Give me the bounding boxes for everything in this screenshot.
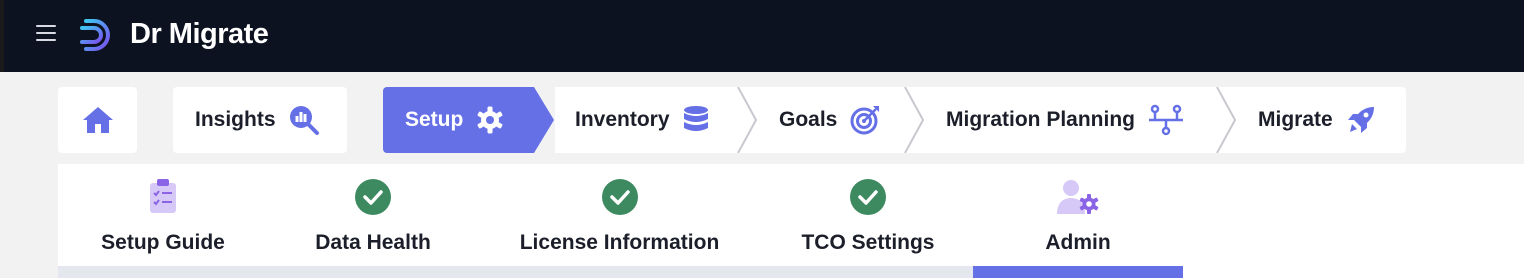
user-gear-icon xyxy=(1057,180,1099,214)
step-goals[interactable]: Goals xyxy=(779,87,889,153)
home-button[interactable] xyxy=(58,87,137,153)
check-circle-icon xyxy=(355,179,391,215)
tab-license-information[interactable]: License Information xyxy=(498,164,741,278)
clipboard-checklist-icon xyxy=(150,179,176,213)
rocket-icon xyxy=(1347,107,1374,133)
flow-chart-icon xyxy=(1149,104,1183,136)
dr-migrate-logo-icon xyxy=(80,19,110,51)
tab-data-health[interactable]: Data Health xyxy=(293,164,453,278)
chevron-separator-icon xyxy=(904,87,925,153)
chevron-separator-icon xyxy=(737,87,758,153)
step-migrate[interactable]: Migrate xyxy=(1258,87,1398,153)
magnifier-chart-icon xyxy=(289,106,319,135)
tab-admin[interactable]: Admin xyxy=(973,164,1183,278)
step-inventory-label: Inventory xyxy=(575,108,670,131)
tab-admin-label: Admin xyxy=(1045,231,1111,254)
tab-tco-settings-label: TCO Settings xyxy=(801,231,935,254)
step-setup[interactable]: Setup xyxy=(383,87,543,153)
step-migrate-label: Migrate xyxy=(1258,108,1333,131)
tab-data-health-label: Data Health xyxy=(315,231,431,254)
setup-tabs: Setup Guide Data Health License Informat… xyxy=(58,164,1524,278)
top-bar: Dr Migrate xyxy=(0,0,1524,72)
step-goals-label: Goals xyxy=(779,108,838,131)
tab-license-information-label: License Information xyxy=(519,231,720,254)
step-migration-planning[interactable]: Migration Planning xyxy=(946,87,1196,153)
chevron-separator-icon xyxy=(1216,87,1237,153)
step-inventory[interactable]: Inventory xyxy=(575,87,735,153)
app-name: Dr Migrate xyxy=(130,18,269,50)
tab-setup-guide-label: Setup Guide xyxy=(101,231,225,254)
check-circle-icon xyxy=(850,179,886,215)
database-icon xyxy=(683,106,708,131)
step-insights[interactable]: Insights xyxy=(173,87,347,153)
step-migration-planning-label: Migration Planning xyxy=(946,108,1135,131)
hamburger-menu-icon[interactable] xyxy=(36,25,56,43)
check-circle-icon xyxy=(601,179,638,215)
tab-setup-guide[interactable]: Setup Guide xyxy=(78,164,248,278)
step-insights-label: Insights xyxy=(195,108,276,131)
tab-tco-settings[interactable]: TCO Settings xyxy=(783,164,953,278)
target-icon xyxy=(850,106,880,135)
step-setup-label: Setup xyxy=(405,108,464,131)
home-icon xyxy=(82,107,113,133)
gear-icon xyxy=(477,106,503,134)
